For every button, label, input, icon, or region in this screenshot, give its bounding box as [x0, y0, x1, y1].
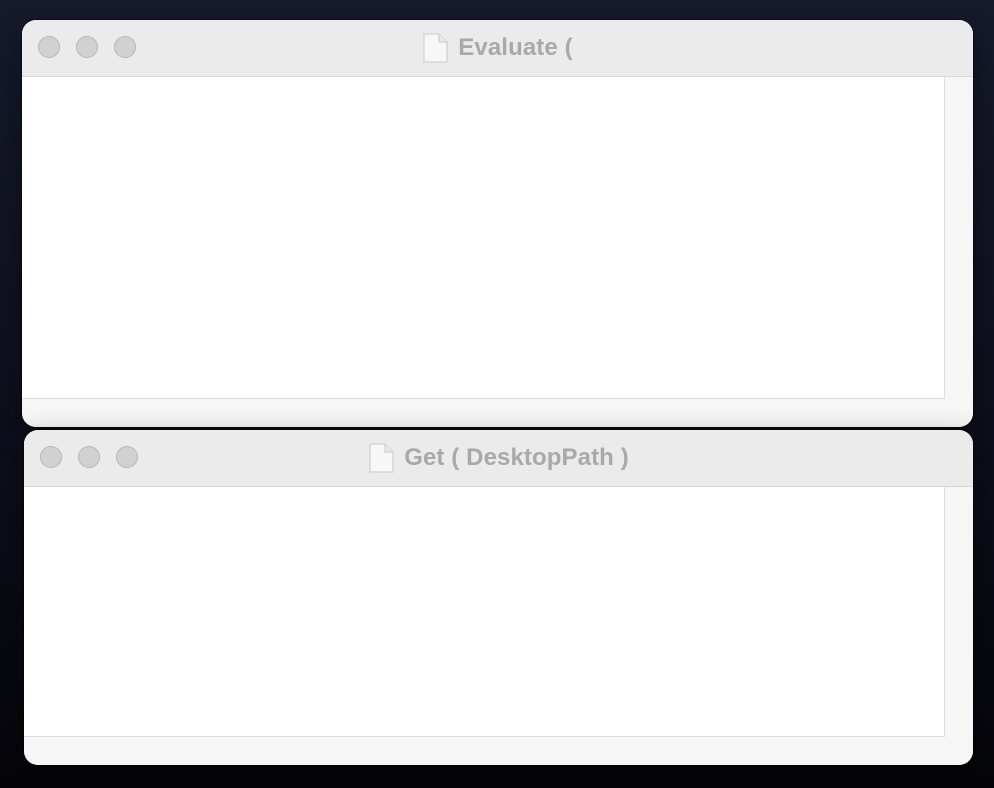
- window-title-group: Evaluate (: [22, 20, 973, 76]
- document-icon: [368, 443, 394, 473]
- window-evaluate[interactable]: Evaluate (: [22, 20, 973, 427]
- window-title: Evaluate (: [458, 34, 573, 61]
- horizontal-scrollbar[interactable]: [24, 737, 973, 765]
- titlebar[interactable]: Evaluate (: [22, 20, 973, 77]
- content-area[interactable]: [22, 77, 945, 399]
- window-title-group: Get ( DesktopPath ): [24, 430, 973, 486]
- window-get-desktoppath[interactable]: Get ( DesktopPath ): [24, 430, 973, 765]
- vertical-scrollbar[interactable]: [945, 77, 973, 399]
- vertical-scrollbar[interactable]: [945, 487, 973, 737]
- content-area[interactable]: [24, 487, 945, 737]
- document-icon: [422, 33, 448, 63]
- window-title: Get ( DesktopPath ): [404, 444, 629, 471]
- horizontal-scrollbar[interactable]: [22, 399, 973, 427]
- titlebar[interactable]: Get ( DesktopPath ): [24, 430, 973, 487]
